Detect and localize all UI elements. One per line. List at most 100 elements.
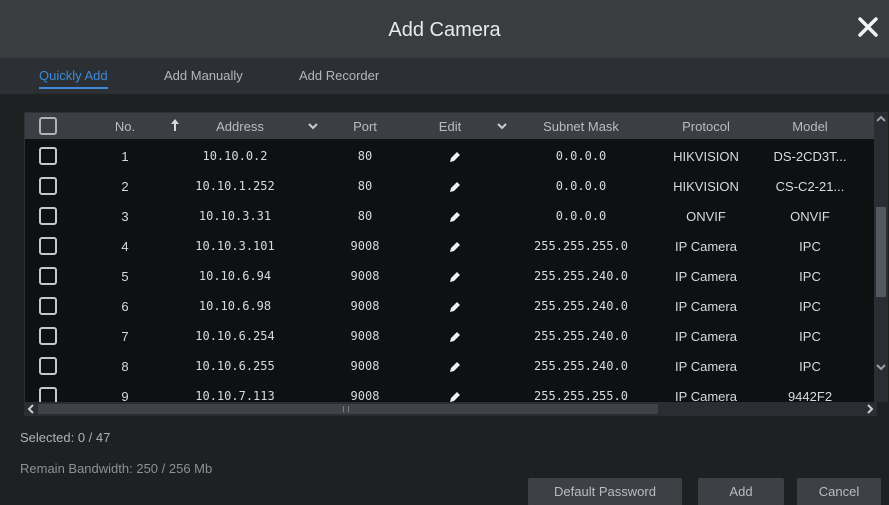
header-port[interactable]: Port: [335, 119, 395, 134]
cell-subnet-mask: 255.255.255.0: [534, 389, 628, 403]
cell-protocol: IP Camera: [675, 269, 737, 284]
chevron-down-icon[interactable]: [306, 119, 320, 133]
horizontal-scrollbar[interactable]: [24, 402, 877, 416]
table-header: No. Address Port Edit Subnet Mask Protoc…: [25, 113, 876, 139]
edit-pencil-icon[interactable]: [448, 180, 462, 194]
cell-port: 9008: [350, 389, 380, 403]
table-row[interactable]: 4 10.10.3.101 9008 255.255.255.0 IP Came…: [25, 231, 876, 261]
cell-no: 4: [121, 239, 129, 254]
cell-no: 3: [121, 209, 129, 224]
row-checkbox[interactable]: [39, 237, 57, 255]
tab-add-recorder[interactable]: Add Recorder: [299, 68, 379, 83]
camera-table: No. Address Port Edit Subnet Mask Protoc…: [24, 112, 877, 416]
cell-address: 10.10.6.255: [195, 359, 275, 373]
row-checkbox[interactable]: [39, 207, 57, 225]
cell-port: 9008: [350, 269, 380, 283]
table-row[interactable]: 1 10.10.0.2 80 0.0.0.0 HIKVISION DS-2CD3…: [25, 141, 876, 171]
table-row[interactable]: 7 10.10.6.254 9008 255.255.240.0 IP Came…: [25, 321, 876, 351]
table-row[interactable]: 5 10.10.6.94 9008 255.255.240.0 IP Camer…: [25, 261, 876, 291]
scroll-right-icon[interactable]: [863, 402, 877, 416]
scroll-down-icon[interactable]: [874, 360, 888, 374]
edit-pencil-icon[interactable]: [448, 240, 462, 254]
sort-up-icon[interactable]: [169, 117, 181, 133]
default-password-button[interactable]: Default Password: [528, 478, 682, 505]
tab-add-manually[interactable]: Add Manually: [164, 68, 243, 83]
row-checkbox[interactable]: [39, 357, 57, 375]
tab-quickly-add[interactable]: Quickly Add: [39, 68, 108, 89]
cancel-button[interactable]: Cancel: [797, 478, 881, 505]
cell-protocol: HIKVISION: [673, 149, 739, 164]
close-icon[interactable]: [855, 14, 881, 40]
dialog-title: Add Camera: [388, 19, 501, 41]
cell-port: 9008: [350, 299, 380, 313]
cell-port: 9008: [350, 239, 380, 253]
row-checkbox[interactable]: [39, 147, 57, 165]
cell-subnet-mask: 0.0.0.0: [555, 149, 607, 163]
remain-bandwidth: Remain Bandwidth: 250 / 256 Mb: [20, 461, 213, 476]
edit-pencil-icon[interactable]: [448, 210, 462, 224]
cell-address: 10.10.7.113: [195, 389, 275, 403]
scroll-left-icon[interactable]: [24, 402, 38, 416]
cell-protocol: IP Camera: [675, 359, 737, 374]
edit-pencil-icon[interactable]: [448, 300, 462, 314]
cell-address: 10.10.6.94: [198, 269, 272, 283]
header-model[interactable]: Model: [760, 119, 860, 134]
row-checkbox[interactable]: [39, 297, 57, 315]
cell-no: 8: [121, 359, 129, 374]
chevron-down-icon[interactable]: [495, 119, 509, 133]
title-bar: Add Camera: [0, 0, 889, 58]
selected-count: Selected: 0 / 47: [20, 430, 111, 445]
header-edit[interactable]: Edit: [420, 119, 480, 134]
cell-no: 6: [121, 299, 129, 314]
cell-model: DS-2CD3T...: [773, 149, 847, 164]
header-protocol[interactable]: Protocol: [651, 119, 761, 134]
row-checkbox[interactable]: [39, 327, 57, 345]
row-checkbox[interactable]: [39, 177, 57, 195]
cell-port: 9008: [350, 359, 380, 373]
cell-address: 10.10.3.101: [195, 239, 275, 253]
select-all-checkbox[interactable]: [39, 117, 57, 135]
row-checkbox[interactable]: [39, 267, 57, 285]
table-row[interactable]: 3 10.10.3.31 80 0.0.0.0 ONVIF ONVIF: [25, 201, 876, 231]
cell-port: 80: [357, 179, 373, 193]
cell-port: 80: [357, 209, 373, 223]
cell-model: IPC: [799, 299, 821, 314]
cell-no: 2: [121, 179, 129, 194]
cell-address: 10.10.3.31: [198, 209, 272, 223]
cell-no: 1: [121, 149, 129, 164]
header-subnet-mask[interactable]: Subnet Mask: [521, 119, 641, 134]
cell-protocol: IP Camera: [675, 329, 737, 344]
cell-model: ONVIF: [790, 209, 830, 224]
table-row[interactable]: 6 10.10.6.98 9008 255.255.240.0 IP Camer…: [25, 291, 876, 321]
cell-subnet-mask: 255.255.240.0: [534, 269, 628, 283]
cell-model: IPC: [799, 239, 821, 254]
cell-model: IPC: [799, 359, 821, 374]
cell-no: 7: [121, 329, 129, 344]
horizontal-scroll-thumb[interactable]: [38, 404, 658, 414]
cell-port: 9008: [350, 329, 380, 343]
edit-pencil-icon[interactable]: [448, 330, 462, 344]
cell-address: 10.10.6.254: [195, 329, 275, 343]
add-button[interactable]: Add: [698, 478, 784, 505]
edit-pencil-icon[interactable]: [448, 150, 462, 164]
cell-address: 10.10.1.252: [195, 179, 275, 193]
cell-model: IPC: [799, 329, 821, 344]
table-row[interactable]: 8 10.10.6.255 9008 255.255.240.0 IP Came…: [25, 351, 876, 381]
cell-protocol: IP Camera: [675, 299, 737, 314]
cell-model: IPC: [799, 269, 821, 284]
cell-address: 10.10.6.98: [198, 299, 272, 313]
cell-subnet-mask: 255.255.240.0: [534, 299, 628, 313]
edit-pencil-icon[interactable]: [448, 360, 462, 374]
scroll-up-icon[interactable]: [874, 112, 888, 126]
cell-model: CS-C2-21...: [775, 179, 845, 194]
vertical-scrollbar[interactable]: [874, 112, 888, 402]
vertical-scroll-thumb[interactable]: [876, 207, 886, 297]
header-no[interactable]: No.: [100, 119, 150, 134]
cell-subnet-mask: 0.0.0.0: [555, 209, 607, 223]
edit-pencil-icon[interactable]: [448, 270, 462, 284]
cell-port: 80: [357, 149, 373, 163]
grip-icon: [343, 406, 349, 412]
header-address[interactable]: Address: [195, 119, 285, 134]
cell-protocol: IP Camera: [675, 239, 737, 254]
table-row[interactable]: 2 10.10.1.252 80 0.0.0.0 HIKVISION CS-C2…: [25, 171, 876, 201]
